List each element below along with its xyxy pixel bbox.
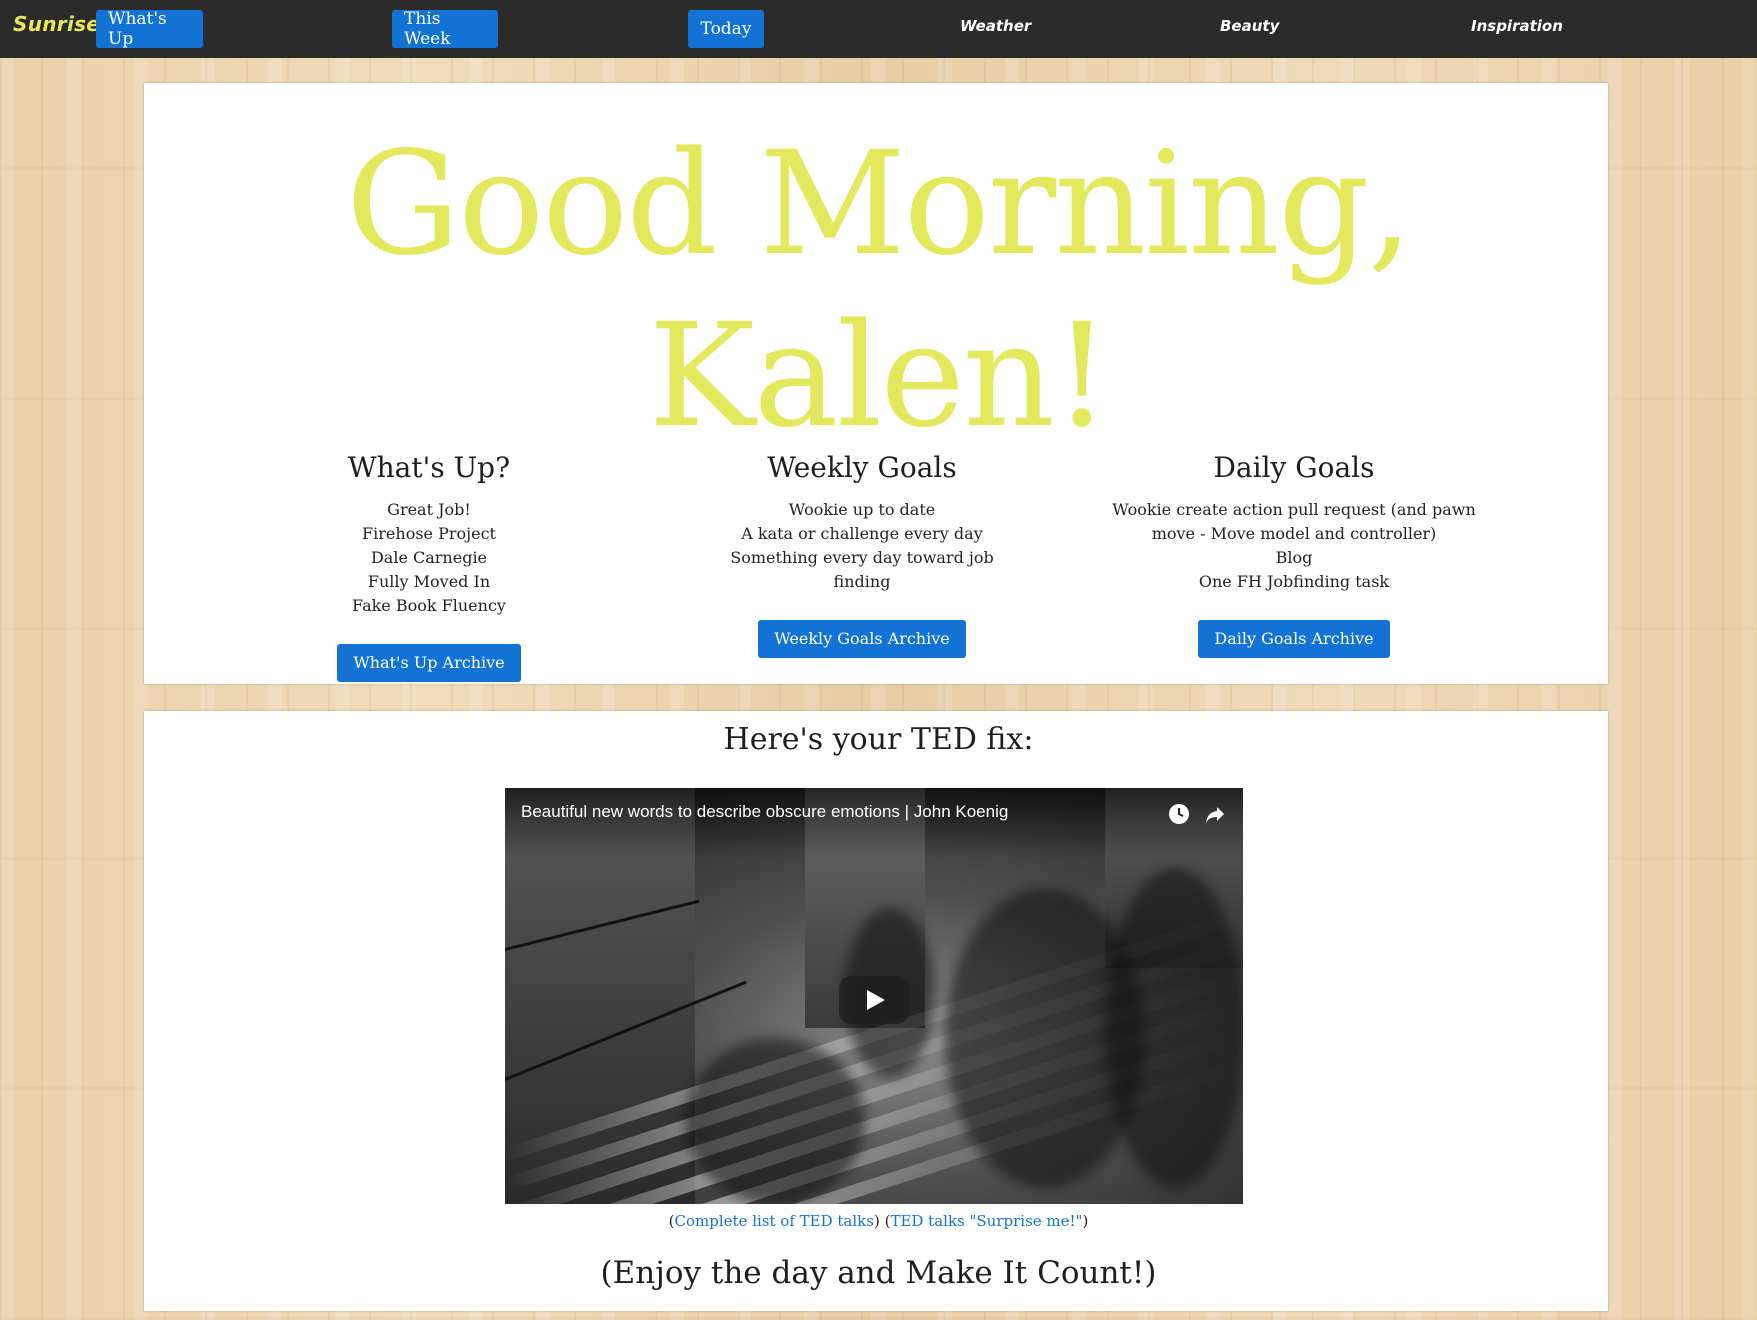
nav-whats-up-button[interactable]: What's Up — [96, 9, 203, 49]
whats-up-heading: What's Up? — [347, 451, 511, 484]
video-frame-crowd — [1105, 868, 1243, 1188]
whats-up-column: What's Up? Great Job! Firehose Project D… — [329, 450, 529, 682]
whats-up-item: Dale Carnegie — [370, 548, 488, 567]
daily-goal-item: Blog — [1275, 548, 1313, 567]
whats-up-archive-button[interactable]: What's Up Archive — [337, 644, 521, 682]
ted-heading: Here's your TED fix: — [723, 722, 1034, 757]
nav-beauty-link[interactable]: Beauty — [1220, 17, 1279, 35]
ted-video-player[interactable]: Beautiful new words to describe obscure … — [505, 788, 1243, 1204]
weekly-goals-archive-button[interactable]: Weekly Goals Archive — [758, 620, 966, 658]
top-navbar: Sunrise What's Up This Week Today Weathe… — [0, 0, 1757, 58]
closing-message: (Enjoy the day and Make It Count!) — [600, 1255, 1157, 1291]
nav-weather-link[interactable]: Weather — [960, 17, 1031, 35]
video-frame-crowd — [685, 1038, 865, 1204]
weekly-goal-item: Wookie up to date — [788, 500, 936, 519]
daily-goals-heading: Daily Goals — [1213, 451, 1375, 484]
watch-later-icon[interactable] — [1167, 802, 1191, 826]
daily-goals-column: Daily Goals Wookie create action pull re… — [1089, 450, 1499, 658]
complete-list-ted-link[interactable]: Complete list of TED talks — [675, 1212, 874, 1230]
greeting-heading: Good Morning, Kalen! — [0, 118, 1757, 462]
nav-today-button[interactable]: Today — [688, 10, 764, 48]
paren-close: ) — [1082, 1212, 1089, 1230]
weekly-goal-item: Something every day toward job finding — [730, 548, 994, 591]
ted-links: (Complete list of TED talks) (TED talks … — [0, 1212, 1757, 1230]
weekly-goals-column: Weekly Goals Wookie up to date A kata or… — [702, 450, 1022, 658]
weekly-goals-heading: Weekly Goals — [767, 451, 957, 484]
daily-goal-item: One FH Jobfinding task — [1198, 572, 1390, 591]
whats-up-item: Fake Book Fluency — [352, 596, 506, 615]
brand-logo[interactable]: Sunrise — [13, 12, 100, 36]
weekly-goal-item: A kata or challenge every day — [741, 524, 983, 543]
video-title-bar — [505, 788, 1243, 858]
nav-inspiration-link[interactable]: Inspiration — [1471, 17, 1563, 35]
video-title[interactable]: Beautiful new words to describe obscure … — [521, 802, 1008, 822]
daily-goals-archive-button[interactable]: Daily Goals Archive — [1198, 620, 1390, 658]
whats-up-item: Firehose Project — [362, 524, 496, 543]
share-icon[interactable] — [1203, 802, 1227, 826]
daily-goal-item: Wookie create action pull request (and p… — [1112, 500, 1476, 543]
greeting-line-1: Good Morning, — [345, 120, 1413, 287]
nav-this-week-button[interactable]: This Week — [392, 9, 498, 49]
play-icon[interactable] — [839, 976, 909, 1024]
ted-surprise-me-link[interactable]: TED talks "Surprise me!" — [890, 1212, 1082, 1230]
whats-up-item: Fully Moved In — [367, 572, 491, 591]
greeting-line-2: Kalen! — [648, 292, 1110, 459]
whats-up-item: Great Job! — [387, 500, 471, 519]
paren-mid: ) ( — [873, 1212, 891, 1230]
